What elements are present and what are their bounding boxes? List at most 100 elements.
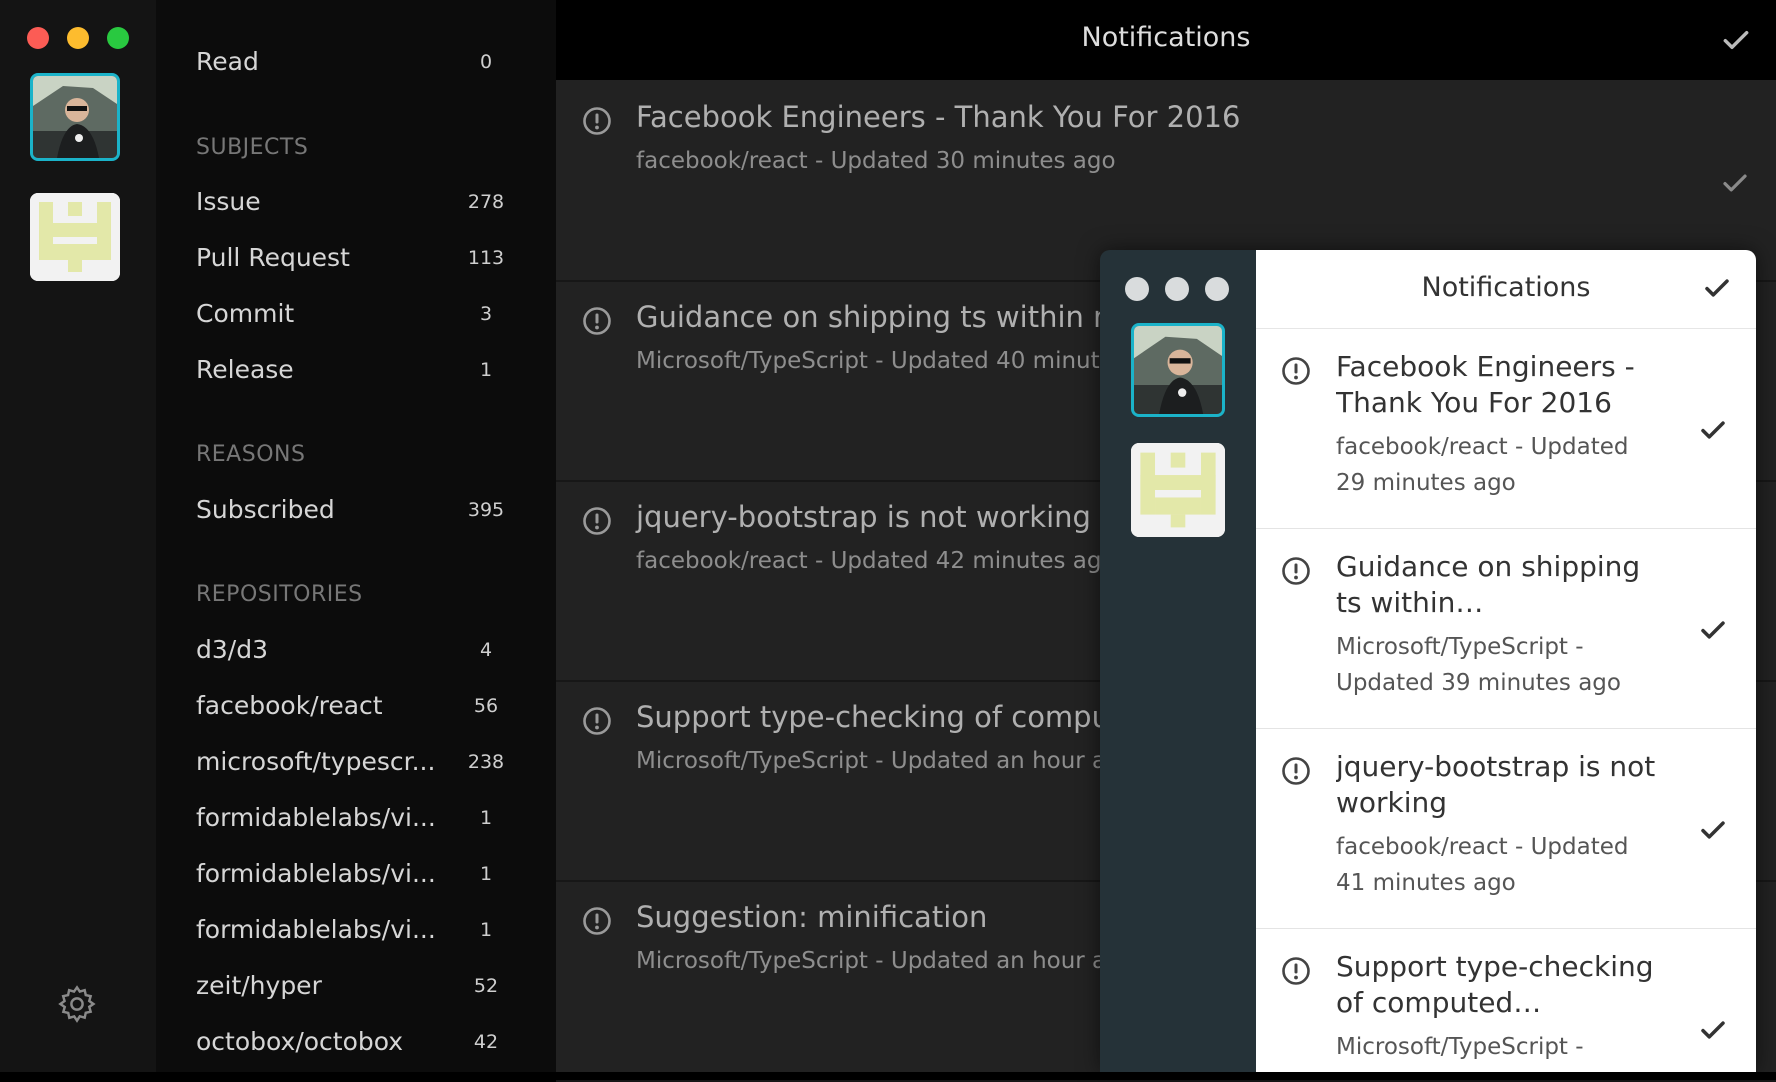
filter-label: octobox/octobox: [196, 1027, 404, 1056]
filter-subject-release[interactable]: Release 1: [196, 350, 516, 390]
filter-label: zeit/hyper: [196, 971, 322, 1000]
filter-label: Release: [196, 355, 294, 384]
alert-circle-icon: [581, 105, 613, 137]
overlay-header: Notifications: [1256, 250, 1756, 329]
mark-read-check-icon[interactable]: [1698, 415, 1728, 445]
window-zoom-button[interactable]: [1205, 277, 1229, 301]
notification-title: Suggestion: minification: [636, 900, 988, 934]
filter-label: Pull Request: [196, 243, 350, 272]
filter-subject-issue[interactable]: Issue 278: [196, 182, 516, 222]
subjects-heading: SUBJECTS: [196, 135, 309, 160]
alert-circle-icon: [1280, 955, 1312, 987]
window-minimize-button[interactable]: [1165, 277, 1189, 301]
repositories-heading: REPOSITORIES: [196, 582, 363, 607]
window-close-button[interactable]: [1125, 277, 1149, 301]
account-avatar-selected[interactable]: [30, 73, 120, 161]
notification-subtitle: Microsoft/TypeScript - Updated 40 minute: [636, 348, 1114, 374]
window-close-button[interactable]: [27, 27, 49, 49]
filter-repo-item[interactable]: formidablelabs/vi... 1: [196, 910, 516, 950]
window-minimize-button[interactable]: [67, 27, 89, 49]
account-avatar-selected[interactable]: [1131, 323, 1225, 417]
notification-subtitle: Microsoft/TypeScript - Updated 39 minute…: [1336, 634, 1621, 696]
filter-repo-item[interactable]: formidablelabs/vi... 1: [196, 854, 516, 894]
notification-subtitle: facebook/react - Updated 29 minutes ago: [1336, 434, 1629, 496]
filter-subject-pull-request[interactable]: Pull Request 113: [196, 238, 516, 278]
alert-circle-icon: [1280, 355, 1312, 387]
reasons-heading: REASONS: [196, 442, 306, 467]
alert-circle-icon: [1280, 755, 1312, 787]
alert-circle-icon: [581, 505, 613, 537]
alert-circle-icon: [581, 305, 613, 337]
filter-count: 1: [479, 919, 493, 941]
filter-repo-item[interactable]: zeit/hyper 52: [196, 966, 516, 1006]
notification-title: Facebook Engineers - Thank You For 2016: [636, 100, 1241, 134]
window-zoom-button[interactable]: [107, 27, 129, 49]
settings-gear-icon[interactable]: [56, 983, 98, 1025]
filter-label: Issue: [196, 187, 261, 216]
filter-count: 278: [467, 191, 505, 213]
mark-read-check-icon[interactable]: [1698, 615, 1728, 645]
mark-all-read-check-icon[interactable]: [1720, 24, 1752, 56]
mark-read-check-icon[interactable]: [1698, 815, 1728, 845]
filter-count: 1: [479, 359, 493, 381]
notification-subtitle: Microsoft/TypeScript - Updated an hour a: [636, 948, 1107, 974]
filter-count: 238: [467, 751, 505, 773]
overlay-account-switcher: [1100, 250, 1256, 1072]
notification-title: Facebook Engineers - Thank You For 2016: [1336, 350, 1635, 419]
filter-count: 113: [467, 247, 505, 269]
notification-title: Guidance on shipping ts within nod: [636, 300, 1148, 334]
notification-subtitle: Microsoft/TypeScript - Updated an hour a: [636, 748, 1107, 774]
filter-count: 0: [479, 51, 493, 73]
account-avatar-identicon[interactable]: [1131, 443, 1225, 537]
filter-count: 56: [473, 695, 499, 717]
mark-read-check-icon[interactable]: [1720, 168, 1750, 198]
filter-reason-subscribed[interactable]: Subscribed 395: [196, 490, 516, 530]
notification-row[interactable]: Guidance on shipping ts within node_modu…: [1256, 529, 1756, 729]
filter-label: formidablelabs/vi...: [196, 803, 436, 832]
filter-count: 4: [479, 639, 493, 661]
account-switcher: [0, 0, 156, 1072]
filter-label: formidablelabs/vi...: [196, 859, 436, 888]
notification-title: jquery-bootstrap is not working: [1336, 750, 1656, 819]
notification-title: jquery-bootstrap is not working: [636, 500, 1091, 534]
filter-label: d3/d3: [196, 635, 268, 664]
notification-row[interactable]: Support type-checking of computed proper…: [1256, 929, 1756, 1072]
notification-subtitle: Microsoft/TypeScript -: [1336, 1034, 1584, 1060]
filter-repo-item[interactable]: d3/d3 4: [196, 630, 516, 670]
notification-subtitle: facebook/react - Updated 41 minutes ago: [1336, 834, 1629, 896]
filter-subject-commit[interactable]: Commit 3: [196, 294, 516, 334]
notifications-header: Notifications: [556, 0, 1776, 80]
overlay-window: Notifications Facebook Engineers - Thank…: [1100, 250, 1756, 1072]
filter-label: formidablelabs/vi...: [196, 915, 436, 944]
filter-count: 3: [479, 303, 493, 325]
filter-label: Subscribed: [196, 495, 335, 524]
notification-row[interactable]: jquery-bootstrap is not working facebook…: [1256, 729, 1756, 929]
page-title: Notifications: [1081, 22, 1251, 53]
overlay-title: Notifications: [1421, 272, 1591, 303]
notification-title: Support type-checking of computed: [636, 700, 1158, 734]
filter-count: 42: [473, 1031, 499, 1053]
notification-subtitle: facebook/react - Updated 30 minutes ago: [636, 148, 1116, 174]
filter-label: microsoft/typescr...: [196, 747, 436, 776]
filter-read[interactable]: Read 0: [196, 42, 516, 82]
filter-repo-item[interactable]: facebook/react 56: [196, 686, 516, 726]
notification-row[interactable]: Facebook Engineers - Thank You For 2016 …: [1256, 329, 1756, 529]
filter-repo-item[interactable]: octobox/octobox 42: [196, 1022, 516, 1062]
mark-read-check-icon[interactable]: [1698, 1015, 1728, 1045]
filter-label: Read: [196, 47, 259, 76]
overlay-notifications-panel: Notifications Facebook Engineers - Thank…: [1256, 250, 1756, 1072]
filter-count: 1: [479, 807, 493, 829]
notification-title: Support type-checking of computed proper…: [1336, 950, 1654, 1019]
filter-label: Commit: [196, 299, 295, 328]
account-avatar-identicon[interactable]: [30, 193, 120, 281]
filter-repo-item[interactable]: microsoft/typescr... 238: [196, 742, 516, 782]
filter-count: 395: [467, 499, 505, 521]
filter-sidebar: Read 0 SUBJECTS Issue 278 Pull Request 1…: [156, 0, 556, 1072]
alert-circle-icon: [581, 905, 613, 937]
mark-all-read-check-icon[interactable]: [1702, 273, 1732, 303]
filter-repo-item[interactable]: formidablelabs/vi... 1: [196, 798, 516, 838]
notification-title: Guidance on shipping ts within node_modu…: [1336, 550, 1641, 619]
alert-circle-icon: [1280, 555, 1312, 587]
notification-subtitle: facebook/react - Updated 42 minutes ago: [636, 548, 1116, 574]
filter-count: 1: [479, 863, 493, 885]
